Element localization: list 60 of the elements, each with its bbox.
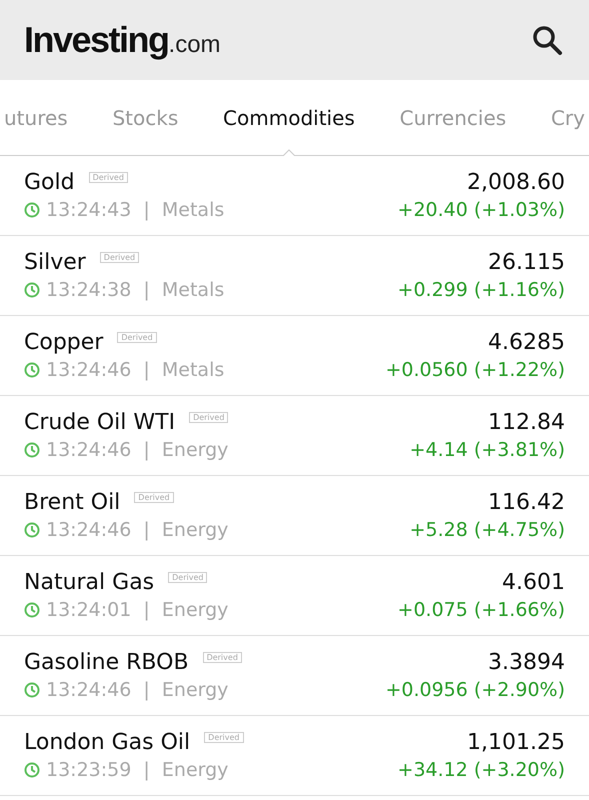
price-change: +0.0560 (+1.22%) bbox=[385, 359, 565, 381]
update-info: 13:23:59 | Energy bbox=[46, 759, 228, 781]
derived-badge: Derived bbox=[134, 492, 174, 503]
derived-badge: Derived bbox=[88, 172, 128, 183]
derived-badge: Derived bbox=[204, 732, 244, 743]
derived-badge: Derived bbox=[117, 332, 157, 343]
price-change: +34.12 (+3.20%) bbox=[398, 759, 565, 781]
clock-icon bbox=[24, 602, 40, 618]
clock-icon bbox=[24, 522, 40, 538]
update-info: 13:24:46 | Energy bbox=[46, 519, 228, 541]
commodity-row[interactable]: Gasoline RBOB Derived 13:24:46 | Energy 3.3894 +0.0956 (+2.90%) bbox=[0, 636, 589, 716]
commodity-name: Silver bbox=[24, 250, 86, 275]
price: 1,101.25 bbox=[467, 730, 565, 755]
update-info: 13:24:01 | Energy bbox=[46, 599, 228, 621]
price-change: +0.0956 (+2.90%) bbox=[385, 679, 565, 701]
clock-icon bbox=[24, 362, 40, 378]
update-info: 13:24:46 | Energy bbox=[46, 679, 228, 701]
price: 112.84 bbox=[488, 410, 565, 435]
price: 4.601 bbox=[502, 570, 565, 595]
clock-icon bbox=[24, 282, 40, 298]
commodity-row[interactable]: London Gas Oil Derived 13:23:59 | Energy 1,101.25 +34.12 (+3.20%) bbox=[0, 716, 589, 796]
commodity-row[interactable]: Gold Derived 13:24:43 | Metals 2,008.60 +20.40 (+1.03%) bbox=[0, 156, 589, 236]
search-icon[interactable] bbox=[531, 24, 563, 56]
update-info: 13:24:46 | Energy bbox=[46, 439, 228, 461]
price-change: +20.40 (+1.03%) bbox=[398, 199, 565, 221]
price: 26.115 bbox=[488, 250, 565, 275]
commodity-name: Copper bbox=[24, 330, 104, 355]
clock-icon bbox=[24, 202, 40, 218]
logo-suffix: .com bbox=[168, 31, 221, 59]
price-change: +0.075 (+1.66%) bbox=[398, 599, 565, 621]
commodity-row[interactable]: Crude Oil WTI Derived 13:24:46 | Energy 112.84 +4.14 (+3.81%) bbox=[0, 396, 589, 476]
commodity-name: Gold bbox=[24, 170, 75, 195]
derived-badge: Derived bbox=[168, 572, 208, 583]
derived-badge: Derived bbox=[100, 252, 140, 263]
update-info: 13:24:38 | Metals bbox=[46, 279, 224, 301]
category-tab[interactable]: Commodities bbox=[219, 80, 359, 155]
price-change: +5.28 (+4.75%) bbox=[410, 519, 565, 541]
price: 4.6285 bbox=[488, 330, 565, 355]
commodity-name: Crude Oil WTI bbox=[24, 410, 176, 435]
commodity-row[interactable]: Silver Derived 13:24:38 | Metals 26.115 +0.299 (+1.16%) bbox=[0, 236, 589, 316]
commodity-name: Natural Gas bbox=[24, 570, 154, 595]
logo-name: Investing bbox=[24, 19, 169, 61]
update-info: 13:24:46 | Metals bbox=[46, 359, 224, 381]
price: 3.3894 bbox=[488, 650, 565, 675]
price: 2,008.60 bbox=[467, 170, 565, 195]
commodity-name: London Gas Oil bbox=[24, 730, 190, 755]
derived-badge: Derived bbox=[189, 412, 228, 423]
commodity-row[interactable]: Brent Oil Derived 13:24:46 | Energy 116.42 +5.28 (+4.75%) bbox=[0, 476, 589, 556]
clock-icon bbox=[24, 762, 40, 778]
clock-icon bbox=[24, 442, 40, 458]
price: 116.42 bbox=[488, 490, 565, 515]
price-change: +4.14 (+3.81%) bbox=[410, 439, 565, 461]
commodity-name: Brent Oil bbox=[24, 490, 120, 515]
derived-badge: Derived bbox=[202, 652, 242, 663]
price-change: +0.299 (+1.16%) bbox=[398, 279, 565, 301]
update-info: 13:24:43 | Metals bbox=[46, 199, 224, 221]
commodity-row[interactable]: Natural Gas Derived 13:24:01 | Energy 4.601 +0.075 (+1.66%) bbox=[0, 556, 589, 636]
clock-icon bbox=[24, 682, 40, 698]
commodity-name: Gasoline RBOB bbox=[24, 650, 189, 675]
commodity-row[interactable]: Copper Derived 13:24:46 | Metals 4.6285 +0.0560 (+1.22%) bbox=[0, 316, 589, 396]
